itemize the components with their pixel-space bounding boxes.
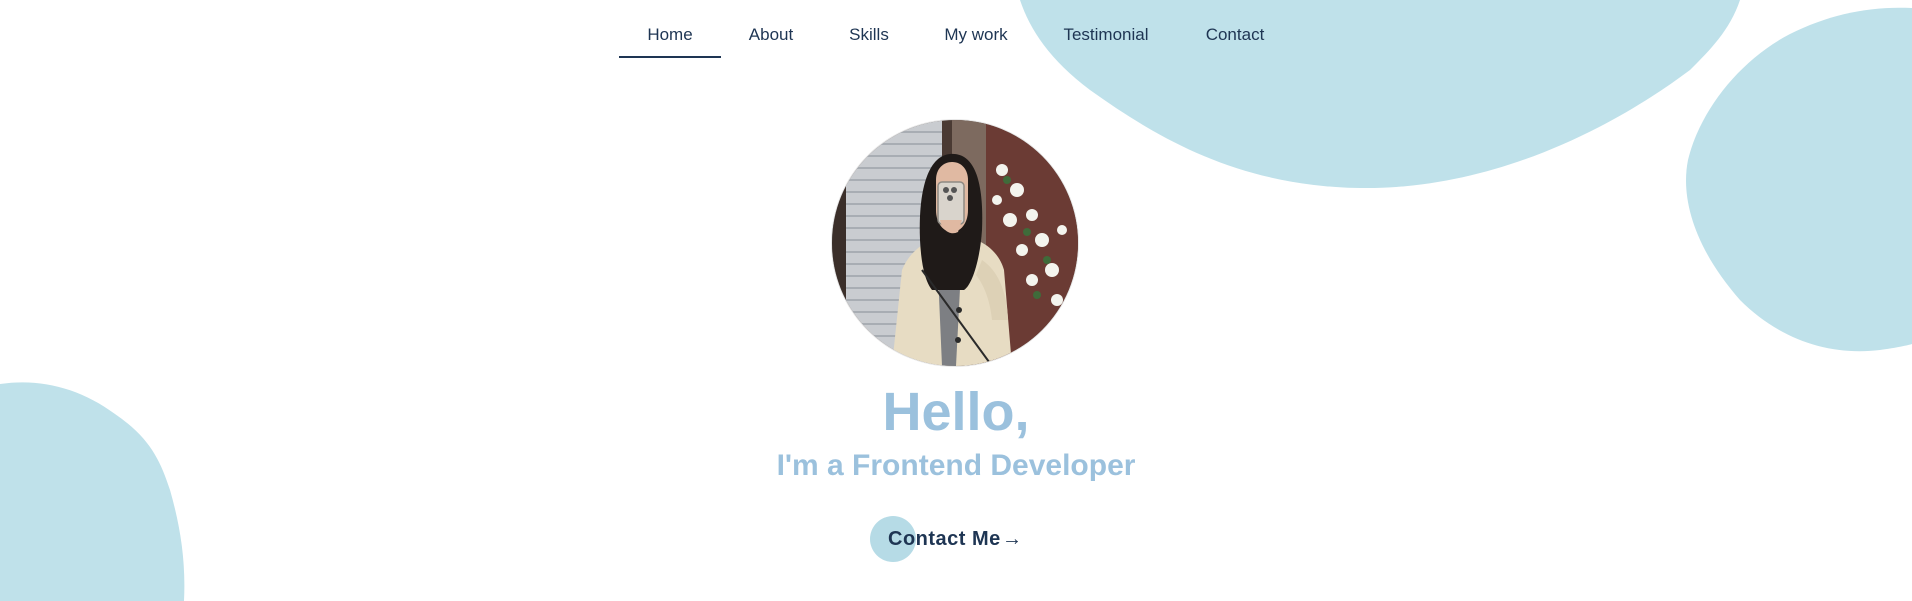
contact-me-label: Contact Me [888, 528, 1001, 550]
profile-avatar [832, 120, 1078, 366]
arrow-right-icon: → [1002, 528, 1022, 550]
contact-me-button[interactable]: Contact Me → [868, 516, 1044, 562]
nav-item-my-work[interactable]: My work [936, 22, 1016, 56]
nav-item-contact[interactable]: Contact [1196, 22, 1274, 56]
page: Home About Skills My work Testimonial Co… [0, 0, 1912, 601]
nav-item-about[interactable]: About [738, 22, 804, 56]
top-navigation: Home About Skills My work Testimonial Co… [0, 18, 1912, 58]
profile-photo-illustration [832, 120, 1078, 366]
hero-greeting: Hello, [882, 382, 1030, 442]
nav-item-home[interactable]: Home [619, 22, 721, 58]
nav-item-testimonial[interactable]: Testimonial [1054, 22, 1158, 56]
hero-subtitle: I'm a Frontend Developer [776, 449, 1136, 482]
nav-item-skills[interactable]: Skills [836, 22, 902, 56]
